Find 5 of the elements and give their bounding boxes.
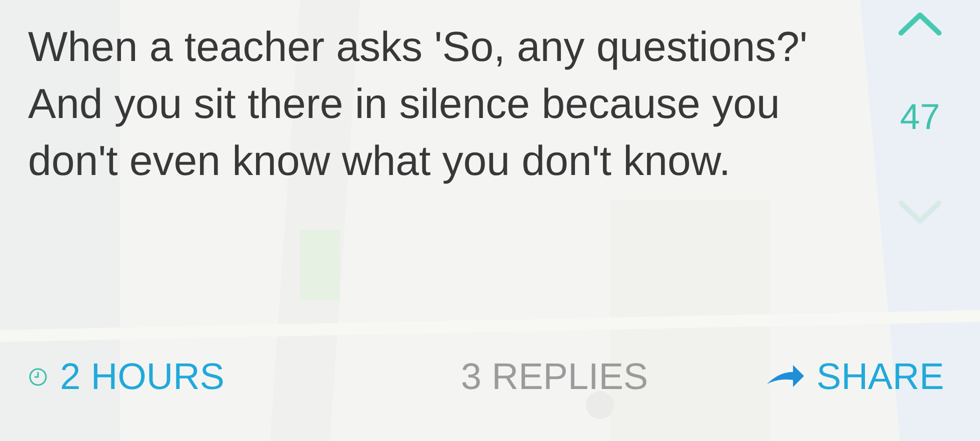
post-text: When a teacher asks 'So, any questions?' And you sit there in silence because you don't even know what you don't know. (28, 22, 808, 186)
post-time: 2 HOURS (60, 356, 224, 398)
share-link[interactable]: SHARE (816, 356, 944, 398)
replies-link[interactable]: 3 REPLIES (460, 356, 648, 398)
vote-count: 47 (900, 96, 940, 138)
